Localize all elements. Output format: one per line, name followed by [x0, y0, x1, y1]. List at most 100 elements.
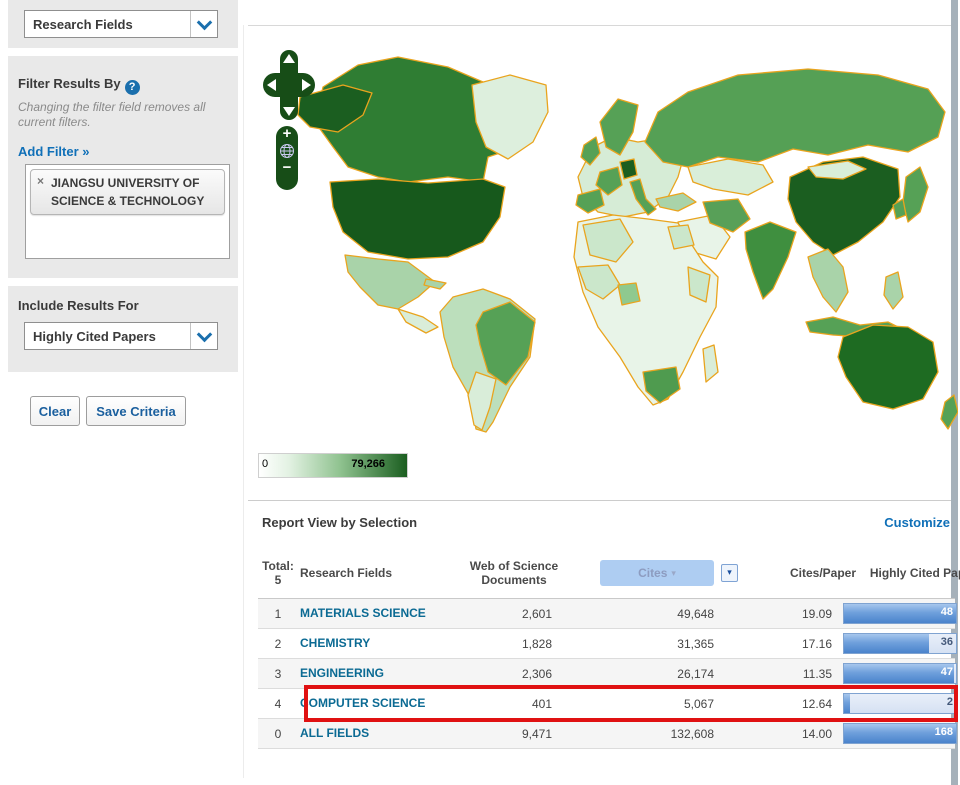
- row-wos-documents: 401: [531, 696, 552, 711]
- row-rank: 1: [274, 606, 282, 621]
- highly-cited-bar-value: 48: [940, 606, 953, 618]
- cites-sort-button[interactable]: Cites ▾: [600, 560, 714, 586]
- research-field-link[interactable]: CHEMISTRY: [300, 633, 370, 654]
- row-field-cell: ENGINEERING: [298, 663, 452, 684]
- filter-results-panel: Filter Results By? Changing the filter f…: [8, 56, 238, 278]
- clear-button[interactable]: Clear: [30, 396, 80, 426]
- row-rank: 0: [274, 726, 282, 741]
- row-cites: 5,067: [683, 696, 714, 711]
- map-north-america: [297, 56, 549, 334]
- research-field-link[interactable]: COMPUTER SCIENCE: [300, 693, 425, 714]
- research-fields-select[interactable]: Research Fields: [24, 10, 218, 38]
- chevron-down-icon: [190, 11, 217, 37]
- column-header-cites-per-paper[interactable]: Cites/Paper: [738, 566, 856, 580]
- column-header-wos-documents[interactable]: Web of Science Documents: [452, 559, 576, 587]
- active-filters-box: × JIANGSU UNIVERSITY OF SCIENCE & TECHNO…: [25, 164, 230, 259]
- row-field-cell: MATERIALS SCIENCE: [298, 603, 452, 624]
- highly-cited-bar: 47: [843, 663, 957, 684]
- report-table: Total: 5 Research Fields Web of Science …: [258, 548, 960, 749]
- map-south-america: [439, 288, 536, 433]
- row-rank: 3: [274, 666, 282, 681]
- map-legend-gradient: 0 79,266: [258, 453, 408, 478]
- row-field-cell: COMPUTER SCIENCE: [298, 693, 452, 714]
- row-wos-documents: 2,306: [521, 666, 552, 681]
- save-criteria-button[interactable]: Save Criteria: [86, 396, 186, 426]
- highly-cited-bar-fill: [844, 634, 930, 653]
- highly-cited-bar-fill: [844, 694, 850, 713]
- map-oceania: [837, 324, 958, 430]
- sidebar-top-panel: Research Fields: [8, 0, 238, 48]
- total-label: Total:: [262, 559, 294, 573]
- legend-min-label: 0: [262, 458, 269, 470]
- map-table-divider: [248, 500, 951, 501]
- pan-left-icon[interactable]: [267, 79, 276, 91]
- table-row: 2 CHEMISTRY 1,828 31,365 17.16 36: [258, 629, 957, 659]
- row-cites-per-paper: 14.00: [801, 726, 832, 741]
- highly-cited-bar: 2: [843, 693, 957, 714]
- incites-report-page: Research Fields Filter Results By? Chang…: [0, 0, 960, 785]
- world-choropleth-map[interactable]: [248, 27, 958, 445]
- include-results-select-value: Highly Cited Papers: [33, 328, 156, 344]
- filter-chip[interactable]: × JIANGSU UNIVERSITY OF SCIENCE & TECHNO…: [30, 169, 225, 215]
- row-highly-cited-cell: 48: [832, 599, 957, 628]
- column-header-total: Total: 5: [258, 559, 298, 587]
- cites-dropdown-button[interactable]: ▾: [721, 564, 738, 582]
- row-cites-per-paper: 19.09: [801, 606, 832, 621]
- table-row: 1 MATERIALS SCIENCE 2,601 49,648 19.09 4…: [258, 599, 957, 629]
- highly-cited-bar-value: 47: [940, 666, 953, 678]
- highly-cited-bar: 168: [843, 723, 957, 744]
- zoom-out-icon[interactable]: −: [276, 160, 298, 176]
- row-field-cell: ALL FIELDS: [298, 723, 452, 744]
- cites-sort-label: Cites: [638, 566, 668, 580]
- research-fields-select-value: Research Fields: [33, 16, 133, 32]
- column-header-highly-cited[interactable]: Highly Cited Papers: [856, 566, 960, 580]
- research-field-link[interactable]: MATERIALS SCIENCE: [300, 603, 426, 624]
- content-left-divider: [243, 25, 244, 778]
- highly-cited-bar-fill: [844, 664, 954, 683]
- filter-results-title: Filter Results By?: [18, 76, 140, 95]
- row-rank: 2: [274, 636, 282, 651]
- help-icon[interactable]: ?: [124, 80, 140, 95]
- pan-up-icon[interactable]: [283, 54, 295, 63]
- highly-cited-bar-value: 168: [934, 726, 953, 738]
- row-wos-documents: 1,828: [521, 636, 552, 651]
- row-cites-per-paper: 11.35: [802, 666, 832, 681]
- column-header-cites: Cites ▾ ▾: [576, 560, 738, 586]
- total-count: 5: [274, 573, 282, 587]
- row-cites: 49,648: [677, 606, 714, 621]
- pan-right-icon[interactable]: [302, 79, 311, 91]
- table-row: 3 ENGINEERING 2,306 26,174 11.35 47: [258, 659, 957, 689]
- sort-caret-icon: ▾: [671, 567, 676, 578]
- row-cites: 26,174: [677, 666, 714, 681]
- highly-cited-bar-value: 36: [940, 636, 953, 648]
- highly-cited-bar-value: 2: [946, 696, 953, 708]
- row-cites-per-paper: 12.64: [801, 696, 832, 711]
- legend-max-label: 79,266: [351, 458, 385, 470]
- column-header-research-fields[interactable]: Research Fields: [298, 566, 452, 580]
- row-highly-cited-cell: 36: [832, 629, 957, 658]
- add-filter-link[interactable]: Add Filter »: [18, 144, 90, 159]
- zoom-in-icon[interactable]: +: [276, 126, 298, 142]
- globe-icon[interactable]: [279, 143, 295, 159]
- world-map-area: [248, 27, 958, 445]
- map-zoom-control[interactable]: + −: [276, 126, 298, 190]
- row-cites-per-paper: 17.16: [801, 636, 832, 651]
- table-row: 4 COMPUTER SCIENCE 401 5,067 12.64 2: [258, 685, 958, 722]
- content-top-divider: [248, 25, 951, 26]
- filter-chip-label: JIANGSU UNIVERSITY OF SCIENCE & TECHNOLO…: [51, 176, 205, 208]
- filter-note: Changing the filter field removes all cu…: [18, 100, 206, 129]
- include-results-select[interactable]: Highly Cited Papers: [24, 322, 218, 350]
- row-highly-cited-cell: 2: [832, 689, 957, 718]
- row-cites: 31,365: [677, 636, 714, 651]
- research-field-link[interactable]: ENGINEERING: [300, 663, 384, 684]
- include-results-title: Include Results For: [18, 298, 139, 313]
- row-wos-documents: 9,471: [521, 726, 552, 741]
- highly-cited-bar: 36: [843, 633, 957, 654]
- chevron-down-icon: [190, 323, 217, 349]
- highly-cited-bar: 48: [843, 603, 957, 624]
- pan-down-icon[interactable]: [283, 107, 295, 116]
- remove-filter-icon[interactable]: ×: [37, 174, 44, 188]
- customize-link[interactable]: Customize: [258, 515, 950, 530]
- research-field-link[interactable]: ALL FIELDS: [300, 723, 369, 744]
- include-results-panel: Include Results For Highly Cited Papers: [8, 286, 238, 372]
